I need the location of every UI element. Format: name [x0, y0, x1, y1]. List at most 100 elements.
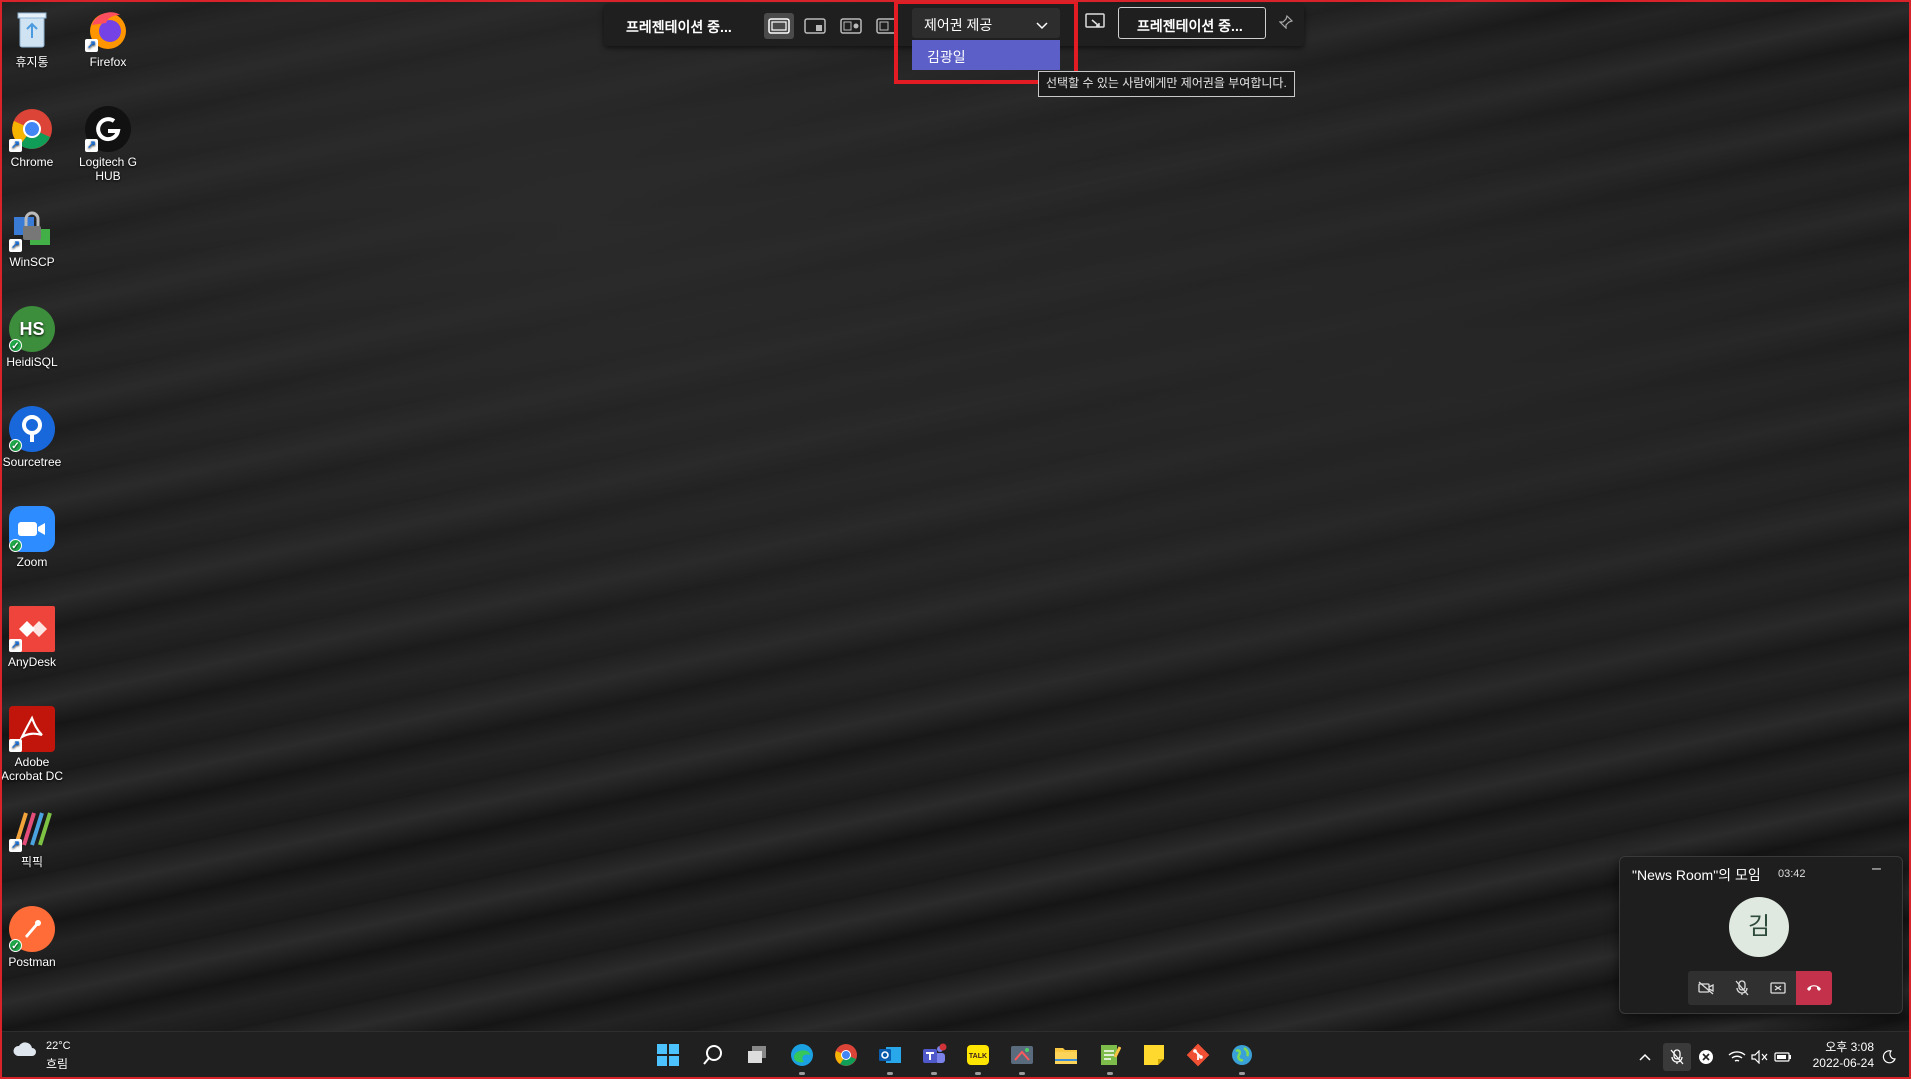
svg-text:TALK: TALK: [969, 1053, 987, 1060]
zoom-icon: ✓: [9, 506, 55, 552]
give-control-tooltip: 선택할 수 있는 사람에게만 제어권을 부여합니다.: [1038, 71, 1295, 97]
meeting-title: "News Room"의 모임: [1632, 867, 1761, 883]
picpick-icon: ↗: [9, 806, 55, 852]
battery-charging-icon[interactable]: [1772, 1046, 1794, 1068]
desktop-icon-label: Adobe Acrobat DC: [0, 755, 64, 783]
taskbar-edge[interactable]: [787, 1040, 817, 1075]
file-explorer-icon: [1055, 1048, 1077, 1064]
hang-up-icon: [1807, 985, 1821, 991]
taskbar-clock[interactable]: 오후 3:08 2022-06-24: [1806, 1039, 1874, 1071]
layout-content-only-button[interactable]: [764, 13, 794, 39]
camera-off-button[interactable]: [1688, 971, 1724, 1005]
stop-share-button[interactable]: [1760, 971, 1796, 1005]
taskbar-notepad[interactable]: [1095, 1040, 1125, 1075]
taskbar-sticky-notes[interactable]: [1139, 1040, 1169, 1070]
clock-time: 오후 3:08: [1825, 1040, 1874, 1054]
taskbar: 22°C 흐림 TALK 오후 3:08 2022-06-24: [0, 1031, 1911, 1079]
tray-stop-share-button[interactable]: [1695, 1046, 1717, 1068]
desktop-icon-label: Logitech G HUB: [78, 155, 138, 183]
presenting-status-label: 프레젠테이션 중...: [626, 19, 732, 35]
layout-standout-button[interactable]: [800, 13, 830, 39]
desktop-icon-recycle-bin[interactable]: 휴지통: [0, 6, 68, 69]
mic-muted-icon: [1670, 1049, 1684, 1065]
weather-widget[interactable]: 22°C 흐림: [12, 1040, 71, 1071]
avatar: 김: [1729, 897, 1789, 957]
cloud-icon: [13, 1042, 36, 1056]
outlook-icon: [879, 1047, 901, 1063]
desktop-icon-postman[interactable]: ✓ Postman: [0, 906, 68, 969]
hang-up-button[interactable]: [1796, 971, 1832, 1005]
volume-muted-icon[interactable]: [1749, 1046, 1771, 1068]
tray-mic-muted-button[interactable]: [1663, 1043, 1691, 1071]
share-stop-icon: [1770, 982, 1786, 994]
desktop-icon-label: WinSCP: [9, 255, 55, 269]
show-hidden-icons-button[interactable]: [1634, 1046, 1656, 1068]
stop-presenting-button[interactable]: 프레젠테이션 중...: [1118, 7, 1266, 39]
meeting-mini-window: "News Room"의 모임 03:42 – 김: [1619, 856, 1903, 1014]
acrobat-icon: ↗: [9, 706, 55, 752]
firefox-icon: ↗: [85, 6, 131, 52]
desktop-icon-label: 휴지통: [15, 55, 49, 69]
desktop-icon-chrome[interactable]: ↗ Chrome: [0, 106, 68, 169]
start-icon: [657, 1044, 679, 1066]
postman-icon: ✓: [9, 906, 55, 952]
meeting-controls: [1688, 971, 1832, 1005]
taskbar-kakaotalk[interactable]: TALK: [963, 1040, 993, 1075]
desktop-icon-label: Zoom: [16, 555, 48, 569]
screen-share-stop-icon: [1085, 13, 1105, 28]
meeting-duration: 03:42: [1778, 868, 1806, 880]
sticky-notes-icon: [1144, 1045, 1164, 1065]
taskbar-git[interactable]: [1183, 1040, 1213, 1070]
desktop-icon-anydesk[interactable]: ↗ AnyDesk: [0, 606, 68, 669]
desktop-icon-label: 픽픽: [20, 855, 44, 869]
desktop-icon-logitech-g-hub[interactable]: ↗ Logitech G HUB: [72, 106, 144, 183]
desktop-icon-heidisql[interactable]: HS ✓ HeidiSQL: [0, 306, 68, 369]
start-button[interactable]: [653, 1040, 683, 1070]
sourcetree-icon: ✓: [9, 406, 55, 452]
mic-off-button[interactable]: [1724, 971, 1760, 1005]
desktop-icon-label: HeidiSQL: [6, 355, 58, 369]
taskbar-teams[interactable]: [919, 1040, 949, 1075]
mic-off-icon: [1735, 980, 1749, 996]
stop-sharing-icon-button[interactable]: [1082, 9, 1108, 35]
desktop-icon-winscp[interactable]: ↗ WinSCP: [0, 206, 68, 269]
taskbar-file-explorer[interactable]: [1051, 1040, 1081, 1070]
taskbar-globe-app[interactable]: [1227, 1040, 1257, 1075]
chrome-icon: ↗: [9, 106, 55, 152]
desktop-icon-acrobat[interactable]: ↗ Adobe Acrobat DC: [0, 706, 68, 783]
snipping-tool-icon: [1011, 1046, 1033, 1064]
weather-temperature: 22°C: [46, 1040, 71, 1052]
pin-icon[interactable]: [1276, 12, 1296, 32]
layout-side-by-side-button[interactable]: [836, 13, 866, 39]
taskbar-snipping-tool[interactable]: [1007, 1040, 1037, 1075]
kakaotalk-icon: TALK: [967, 1045, 989, 1065]
desktop-icon-sourcetree[interactable]: ✓ Sourcetree: [0, 406, 68, 469]
taskbar-chrome[interactable]: [831, 1040, 861, 1070]
task-view-icon: [748, 1046, 766, 1063]
weather-condition: 흐림: [46, 1057, 69, 1071]
desktop-icon-zoom[interactable]: ✓ Zoom: [0, 506, 68, 569]
taskbar-outlook[interactable]: [875, 1040, 905, 1075]
close-circle-icon: [1699, 1050, 1713, 1064]
layout-content-only-icon: [768, 18, 790, 34]
chrome-icon: [835, 1044, 857, 1066]
taskbar-search-button[interactable]: [698, 1040, 728, 1070]
desktop-icon-label: Postman: [8, 955, 56, 969]
logitech-g-icon: ↗: [85, 106, 131, 152]
layout-side-by-side-icon: [840, 18, 862, 34]
do-not-disturb-icon[interactable]: [1878, 1046, 1900, 1068]
anydesk-icon: ↗: [9, 606, 55, 652]
desktop-icon-picpick[interactable]: ↗ 픽픽: [0, 806, 68, 869]
clock-date: 2022-06-24: [1812, 1056, 1874, 1070]
desktop-icon-label: Sourcetree: [2, 455, 62, 469]
layout-standout-icon: [804, 18, 826, 34]
desktop-icon-label: AnyDesk: [7, 655, 57, 669]
wifi-icon[interactable]: [1726, 1046, 1748, 1068]
teams-icon: [923, 1043, 947, 1063]
minimize-button[interactable]: –: [1872, 860, 1881, 878]
desktop-icon-firefox[interactable]: ↗ Firefox: [72, 6, 144, 69]
git-icon: [1186, 1043, 1210, 1067]
task-view-button[interactable]: [742, 1040, 772, 1070]
notepad-icon: [1101, 1045, 1121, 1065]
edge-icon: [791, 1044, 813, 1066]
